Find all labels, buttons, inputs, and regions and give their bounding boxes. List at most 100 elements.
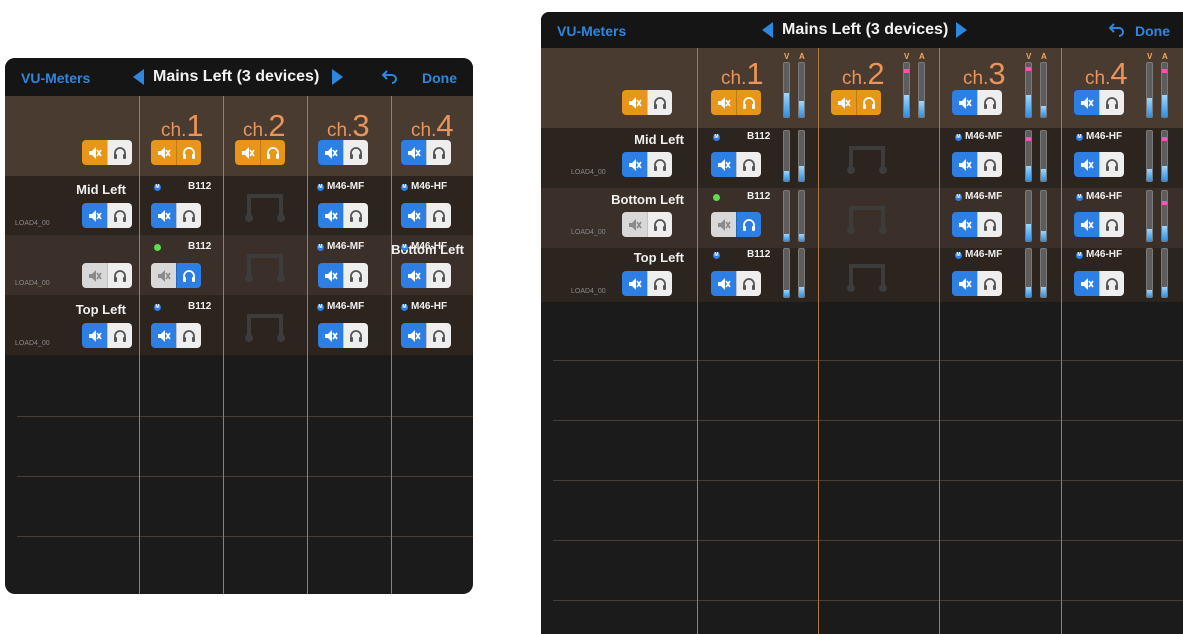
speaker-muted-icon[interactable] bbox=[711, 152, 736, 177]
speaker-muted-icon[interactable] bbox=[151, 140, 176, 165]
vu-meters-back-button[interactable]: VU-Meters bbox=[557, 23, 626, 39]
done-button[interactable]: Done bbox=[422, 70, 457, 86]
status-dot: M bbox=[317, 184, 324, 191]
grid-line bbox=[553, 540, 1183, 541]
ch3-mute-solo bbox=[952, 90, 1002, 115]
headphones-icon[interactable] bbox=[426, 263, 451, 288]
headphones-icon[interactable] bbox=[107, 203, 132, 228]
cell-mute-solo bbox=[711, 212, 761, 237]
headphones-icon[interactable] bbox=[107, 263, 132, 288]
speaker-muted-icon[interactable] bbox=[1074, 152, 1099, 177]
headphones-icon[interactable] bbox=[647, 152, 672, 177]
undo-icon[interactable] bbox=[1108, 21, 1126, 44]
speaker-muted-icon[interactable] bbox=[401, 323, 426, 348]
speaker-muted-icon[interactable] bbox=[318, 140, 343, 165]
speaker-muted-icon[interactable] bbox=[82, 323, 107, 348]
cell-mute-solo bbox=[151, 263, 201, 288]
vu-meter bbox=[1146, 130, 1153, 182]
prev-group-icon[interactable] bbox=[133, 69, 144, 85]
status-dot: M bbox=[317, 304, 324, 311]
headphones-icon[interactable] bbox=[977, 90, 1002, 115]
next-group-icon[interactable] bbox=[956, 22, 967, 38]
undo-icon[interactable] bbox=[381, 68, 399, 91]
cell-mute-solo bbox=[401, 323, 451, 348]
headphones-icon[interactable] bbox=[1099, 271, 1124, 296]
speaker-muted-icon[interactable] bbox=[318, 323, 343, 348]
speaker-muted-icon[interactable] bbox=[401, 263, 426, 288]
grid-line bbox=[17, 536, 473, 537]
ch1-mute-solo bbox=[711, 90, 761, 115]
speaker-muted-icon[interactable] bbox=[952, 271, 977, 296]
load-label: LOAD4_00 bbox=[15, 340, 50, 347]
headphones-icon[interactable] bbox=[736, 90, 761, 115]
speaker-muted-icon[interactable] bbox=[235, 140, 260, 165]
speaker-muted-icon[interactable] bbox=[318, 263, 343, 288]
cell-mute-solo bbox=[711, 271, 761, 296]
headphones-icon[interactable] bbox=[647, 271, 672, 296]
speaker-muted-icon[interactable] bbox=[622, 90, 647, 115]
headphones-icon[interactable] bbox=[856, 90, 881, 115]
speaker-muted-icon[interactable] bbox=[711, 212, 736, 237]
speaker-muted-icon[interactable] bbox=[82, 140, 107, 165]
prev-group-icon[interactable] bbox=[762, 22, 773, 38]
speaker-muted-icon[interactable] bbox=[622, 271, 647, 296]
headphones-icon[interactable] bbox=[176, 263, 201, 288]
vu-meter bbox=[798, 248, 805, 298]
speaker-muted-icon[interactable] bbox=[622, 212, 647, 237]
headphones-icon[interactable] bbox=[260, 140, 285, 165]
headphones-icon[interactable] bbox=[107, 323, 132, 348]
speaker-muted-icon[interactable] bbox=[82, 203, 107, 228]
speaker-muted-icon[interactable] bbox=[1074, 90, 1099, 115]
status-dot: M bbox=[713, 252, 720, 259]
headphones-icon[interactable] bbox=[176, 323, 201, 348]
headphones-icon[interactable] bbox=[343, 323, 368, 348]
speaker-muted-icon[interactable] bbox=[151, 263, 176, 288]
headphones-icon[interactable] bbox=[736, 152, 761, 177]
headphones-icon[interactable] bbox=[426, 323, 451, 348]
headphones-icon[interactable] bbox=[977, 152, 1002, 177]
headphones-icon[interactable] bbox=[343, 140, 368, 165]
speaker-muted-icon[interactable] bbox=[952, 212, 977, 237]
headphones-icon[interactable] bbox=[426, 203, 451, 228]
cell-mute-solo bbox=[711, 152, 761, 177]
speaker-muted-icon[interactable] bbox=[831, 90, 856, 115]
headphones-icon[interactable] bbox=[736, 212, 761, 237]
vu-meters-back-button[interactable]: VU-Meters bbox=[21, 70, 90, 86]
vu-meter bbox=[1040, 130, 1047, 182]
cell-mute-solo bbox=[1074, 271, 1124, 296]
speaker-muted-icon[interactable] bbox=[1074, 212, 1099, 237]
headphones-icon[interactable] bbox=[1099, 152, 1124, 177]
headphones-icon[interactable] bbox=[107, 140, 132, 165]
speaker-muted-icon[interactable] bbox=[952, 90, 977, 115]
speaker-muted-icon[interactable] bbox=[151, 203, 176, 228]
headphones-icon[interactable] bbox=[736, 271, 761, 296]
load-label: LOAD4_00 bbox=[571, 169, 606, 176]
speaker-muted-icon[interactable] bbox=[401, 140, 426, 165]
headphones-icon[interactable] bbox=[343, 263, 368, 288]
speaker-muted-icon[interactable] bbox=[711, 90, 736, 115]
speaker-muted-icon[interactable] bbox=[711, 271, 736, 296]
speaker-muted-icon[interactable] bbox=[318, 203, 343, 228]
vu-meter bbox=[918, 62, 925, 118]
headphones-icon[interactable] bbox=[176, 203, 201, 228]
speaker-muted-icon[interactable] bbox=[401, 203, 426, 228]
headphones-icon[interactable] bbox=[1099, 90, 1124, 115]
headphones-icon[interactable] bbox=[176, 140, 201, 165]
speaker-muted-icon[interactable] bbox=[1074, 271, 1099, 296]
done-button[interactable]: Done bbox=[1135, 23, 1170, 39]
next-group-icon[interactable] bbox=[332, 69, 343, 85]
speaker-muted-icon[interactable] bbox=[151, 323, 176, 348]
speaker-muted-icon[interactable] bbox=[82, 263, 107, 288]
vu-meter bbox=[1161, 130, 1168, 182]
headphones-icon[interactable] bbox=[343, 203, 368, 228]
speaker-muted-icon[interactable] bbox=[952, 152, 977, 177]
device-name: M46-MF bbox=[327, 181, 365, 192]
headphones-icon[interactable] bbox=[1099, 212, 1124, 237]
device-name: M46-HF bbox=[1086, 131, 1123, 142]
headphones-icon[interactable] bbox=[647, 90, 672, 115]
speaker-muted-icon[interactable] bbox=[622, 152, 647, 177]
headphones-icon[interactable] bbox=[647, 212, 672, 237]
headphones-icon[interactable] bbox=[426, 140, 451, 165]
headphones-icon[interactable] bbox=[977, 212, 1002, 237]
headphones-icon[interactable] bbox=[977, 271, 1002, 296]
